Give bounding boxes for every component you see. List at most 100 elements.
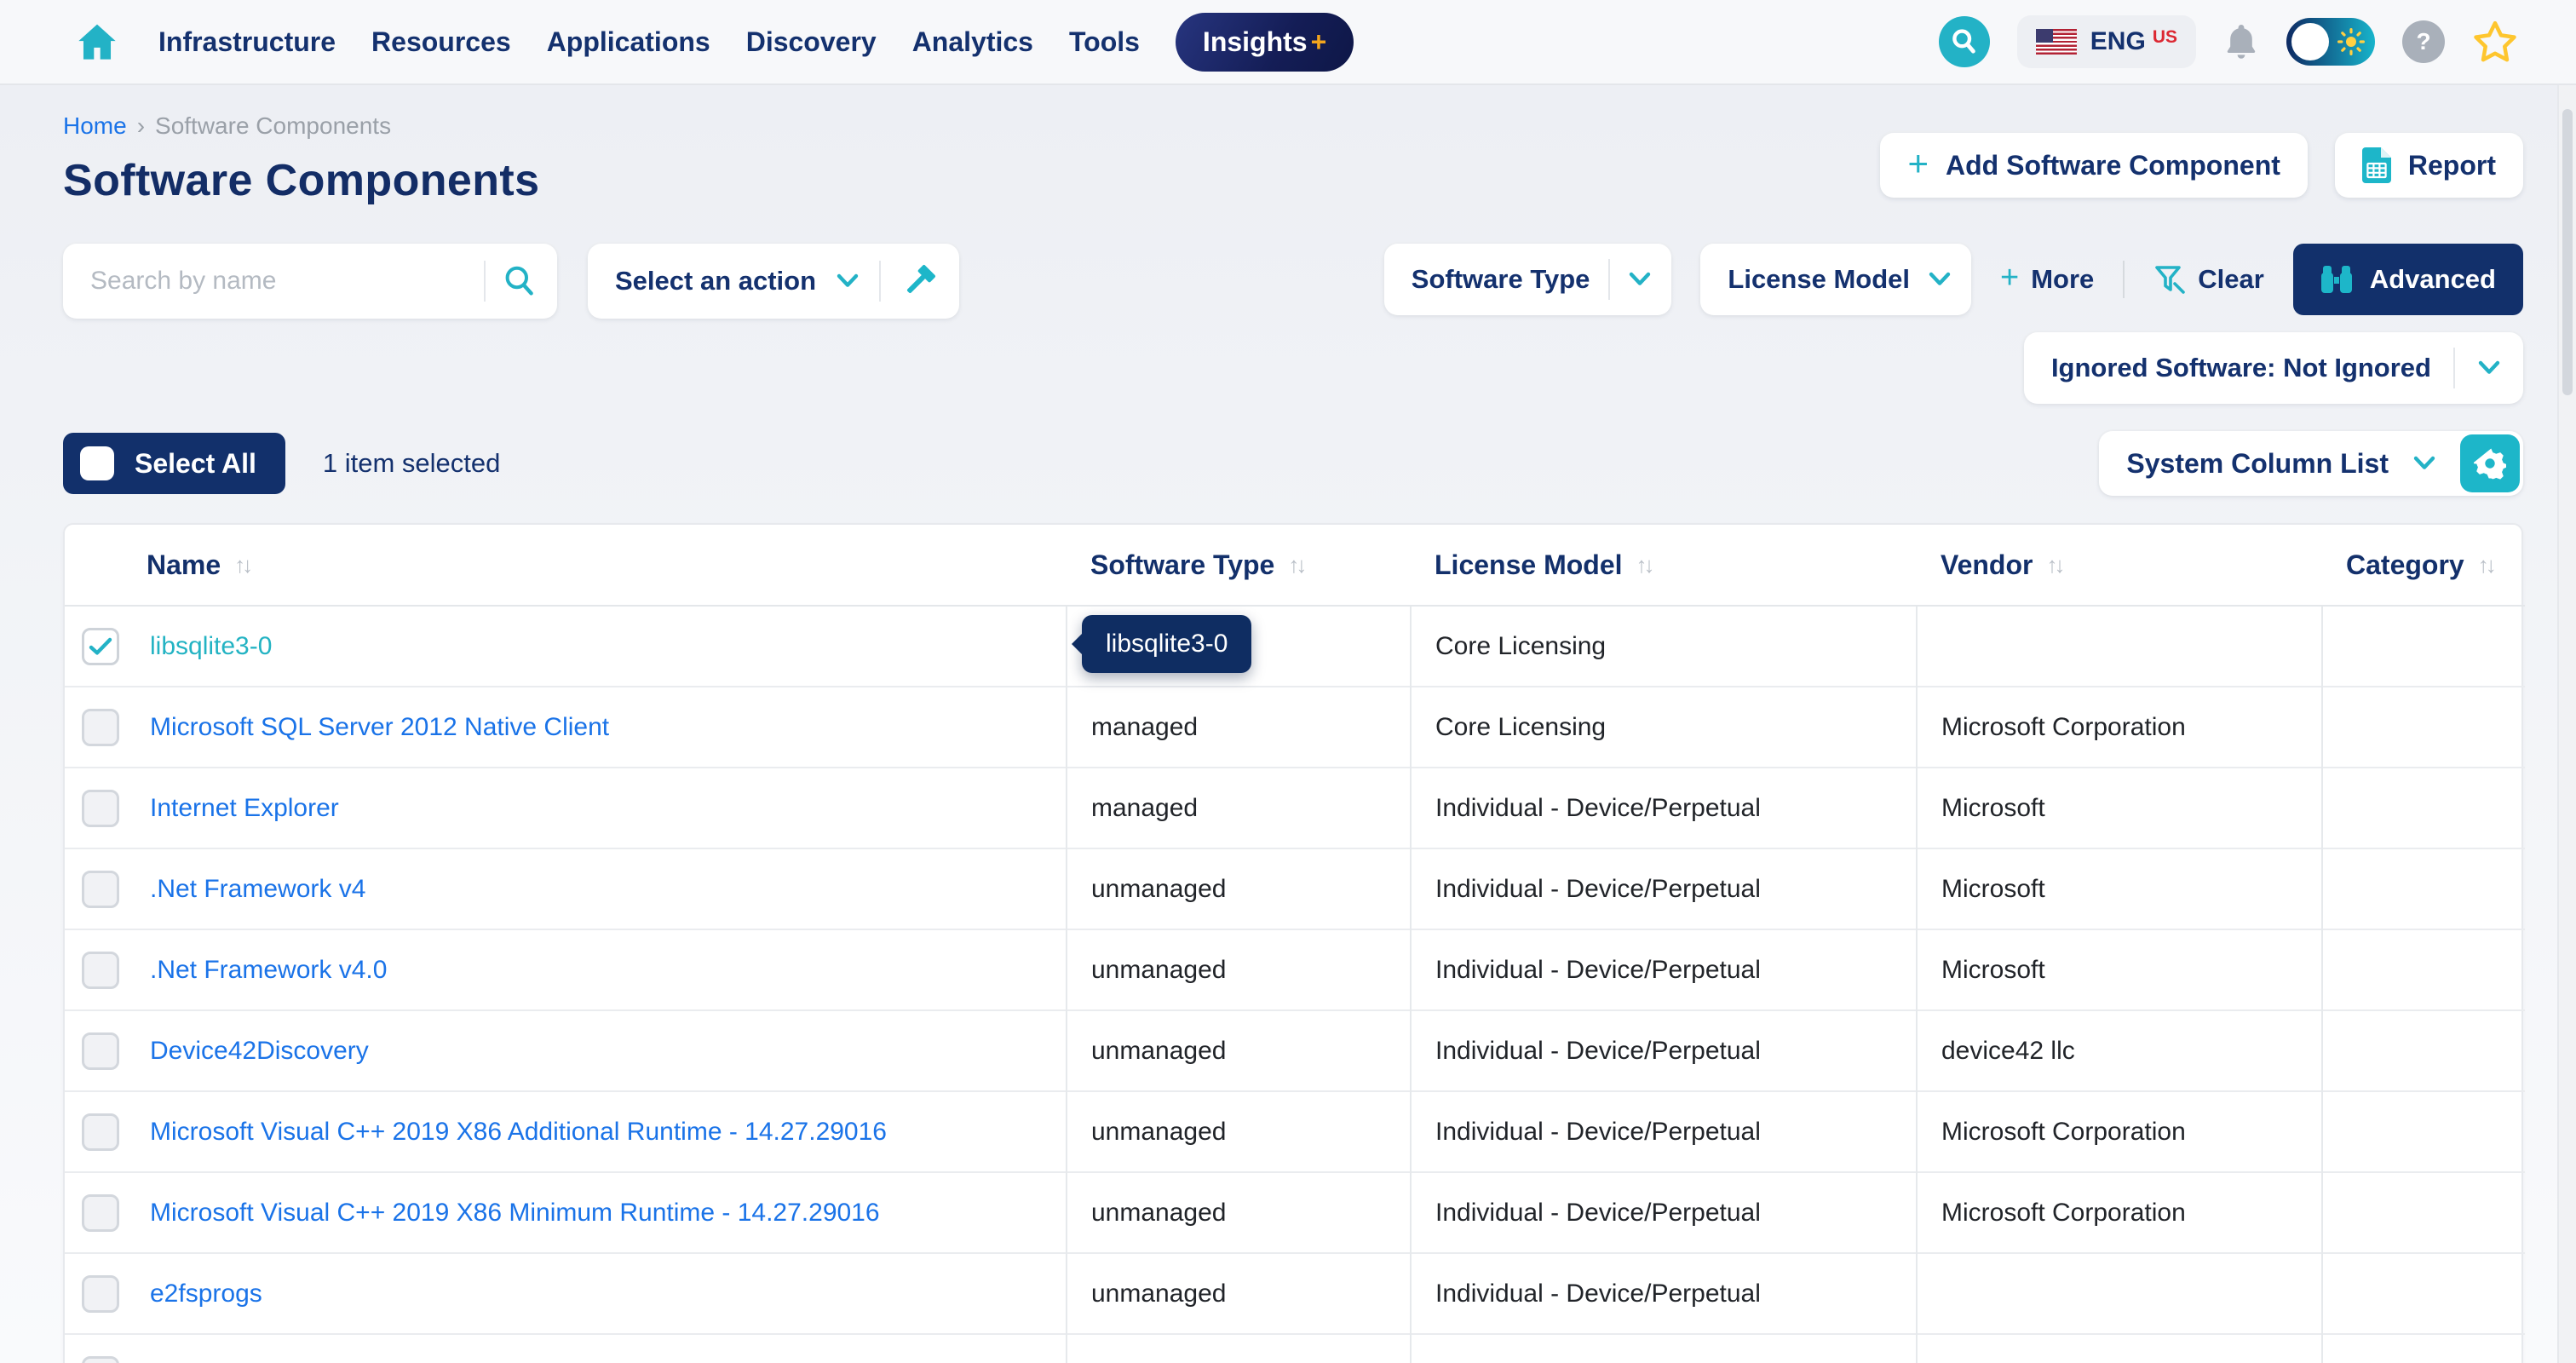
chevron-down-icon	[2412, 456, 2436, 471]
home-icon[interactable]	[75, 20, 119, 64]
column-header-name[interactable]: Name	[65, 525, 1067, 606]
select-all-button[interactable]: Select All	[63, 433, 285, 494]
insights-button[interactable]: Insights+	[1176, 13, 1354, 72]
notifications-bell-icon[interactable]	[2223, 22, 2259, 61]
software-name-link[interactable]: .Net Framework v4.0	[150, 956, 387, 985]
software-name-link[interactable]: Microsoft Visual C++ 2019 X86 Additional…	[150, 1118, 887, 1147]
table-cell-license: Individual - Device/Perpetual	[1411, 768, 1917, 848]
cell-value-license: Individual - Device/Perpetual	[1435, 956, 1761, 984]
nav-item-resources[interactable]: Resources	[371, 26, 511, 58]
column-header-license-model[interactable]: License Model	[1411, 525, 1917, 606]
table-cell-category	[2322, 1010, 2525, 1091]
language-code: ENG	[2090, 27, 2146, 56]
column-header-vendor[interactable]: Vendor	[1917, 525, 2322, 606]
table-cell-vendor: Microsoft	[1917, 848, 2322, 929]
row-checkbox[interactable]	[82, 1356, 119, 1363]
favorites-star-icon[interactable]	[2472, 20, 2518, 64]
row-checkbox-checked[interactable]	[82, 628, 119, 665]
scrollbar-thumb[interactable]	[2562, 109, 2573, 395]
search-input[interactable]	[87, 265, 467, 297]
clear-filter-icon	[2153, 263, 2186, 296]
advanced-label: Advanced	[2370, 264, 2496, 295]
license-model-filter-label: License Model	[1728, 264, 1910, 295]
search-icon[interactable]	[503, 264, 537, 298]
help-icon[interactable]	[2402, 20, 2445, 63]
column-header-category[interactable]: Category	[2322, 525, 2525, 606]
table-cell-vendor	[1917, 1334, 2322, 1363]
sort-icon[interactable]	[234, 552, 250, 578]
breadcrumb: Home › Software Components	[63, 112, 539, 140]
run-action-gavel-icon[interactable]	[901, 263, 937, 299]
report-button[interactable]: Report	[2335, 133, 2523, 198]
cell-value-vendor: Microsoft	[1941, 956, 2045, 984]
clear-filters-button[interactable]: Clear	[2153, 263, 2264, 296]
software-name-link[interactable]: libsqlite3-0	[150, 632, 272, 661]
table-row: .Net Framework v4.0unmanagedIndividual -…	[65, 929, 2525, 1010]
cell-value-vendor: Microsoft Corporation	[1941, 713, 2186, 741]
sort-icon[interactable]	[1288, 552, 1303, 578]
table-row	[65, 1334, 2525, 1363]
row-checkbox[interactable]	[82, 952, 119, 989]
software-name-link[interactable]: Device42Discovery	[150, 1037, 369, 1066]
theme-toggle[interactable]	[2286, 18, 2375, 66]
table-cell-name: Internet Explorer	[65, 768, 1067, 848]
table-cell-name: libsqlite3-0	[65, 606, 1067, 687]
global-search-icon[interactable]	[1939, 16, 1990, 67]
select-all-checkbox[interactable]	[80, 446, 114, 480]
row-checkbox[interactable]	[82, 790, 119, 827]
page-header-left: Home › Software Components Software Comp…	[63, 112, 539, 206]
row-checkbox[interactable]	[82, 1032, 119, 1070]
selection-left: Select All 1 item selected	[63, 433, 500, 494]
row-checkbox[interactable]	[82, 709, 119, 746]
table-cell-type: managed	[1067, 768, 1411, 848]
column-list-dropdown[interactable]: System Column List	[2099, 431, 2523, 496]
sort-icon[interactable]	[2478, 552, 2493, 578]
table-cell-name	[65, 1334, 1067, 1363]
sort-icon[interactable]	[1636, 552, 1652, 578]
table-cell-category	[2322, 687, 2525, 768]
software-name-link[interactable]: e2fsprogs	[150, 1280, 262, 1308]
cell-value-type: managed	[1091, 794, 1198, 822]
cell-value-type: unmanaged	[1091, 1280, 1226, 1308]
nav-item-discovery[interactable]: Discovery	[746, 26, 877, 58]
license-model-filter-dropdown[interactable]: License Model	[1700, 244, 1971, 315]
row-tooltip: libsqlite3-0	[1082, 615, 1251, 673]
row-checkbox[interactable]	[82, 1275, 119, 1313]
select-action-dropdown[interactable]: Select an action	[588, 244, 959, 319]
cell-value-license: Individual - Device/Perpetual	[1435, 1037, 1761, 1065]
table-cell-category	[2322, 848, 2525, 929]
more-filters-button[interactable]: + More	[2000, 264, 2094, 295]
nav-item-analytics[interactable]: Analytics	[912, 26, 1033, 58]
table-cell-license: Individual - Device/Perpetual	[1411, 848, 1917, 929]
nav-item-tools[interactable]: Tools	[1069, 26, 1140, 58]
cell-value-vendor: device42 llc	[1941, 1037, 2075, 1065]
software-name-link[interactable]: Microsoft Visual C++ 2019 X86 Minimum Ru…	[150, 1199, 880, 1228]
table-row: Microsoft SQL Server 2012 Native Clientm…	[65, 687, 2525, 768]
nav-item-applications[interactable]: Applications	[547, 26, 710, 58]
cell-value-license: Individual - Device/Perpetual	[1435, 1118, 1761, 1146]
add-software-component-button[interactable]: + Add Software Component	[1880, 133, 2307, 198]
software-type-filter-dropdown[interactable]: Software Type	[1384, 244, 1672, 315]
column-header-software-type[interactable]: Software Type	[1067, 525, 1411, 606]
table-cell-vendor: Microsoft Corporation	[1917, 687, 2322, 768]
column-settings-gear-icon[interactable]	[2460, 434, 2520, 492]
sort-icon[interactable]	[2046, 552, 2061, 578]
table-row: libsqlite3-0Core Licensing	[65, 606, 2525, 687]
row-checkbox[interactable]	[82, 1113, 119, 1151]
table-cell-type: unmanaged	[1067, 1172, 1411, 1253]
table-cell-vendor: Microsoft Corporation	[1917, 1091, 2322, 1172]
software-name-link[interactable]: Internet Explorer	[150, 794, 339, 823]
ignored-software-filter-dropdown[interactable]: Ignored Software: Not Ignored	[2024, 332, 2523, 404]
table-cell-vendor: Microsoft	[1917, 929, 2322, 1010]
advanced-filters-button[interactable]: Advanced	[2293, 244, 2523, 315]
software-name-link[interactable]: Microsoft SQL Server 2012 Native Client	[150, 713, 609, 742]
report-label: Report	[2408, 150, 2496, 181]
breadcrumb-home-link[interactable]: Home	[63, 112, 127, 140]
chevron-down-icon	[2477, 360, 2501, 376]
language-selector[interactable]: ENG US	[2017, 15, 2196, 68]
software-name-link[interactable]: .Net Framework v4	[150, 875, 365, 904]
row-checkbox[interactable]	[82, 871, 119, 908]
row-checkbox[interactable]	[82, 1194, 119, 1232]
table-cell-license: Individual - Device/Perpetual	[1411, 929, 1917, 1010]
nav-item-infrastructure[interactable]: Infrastructure	[158, 26, 336, 58]
